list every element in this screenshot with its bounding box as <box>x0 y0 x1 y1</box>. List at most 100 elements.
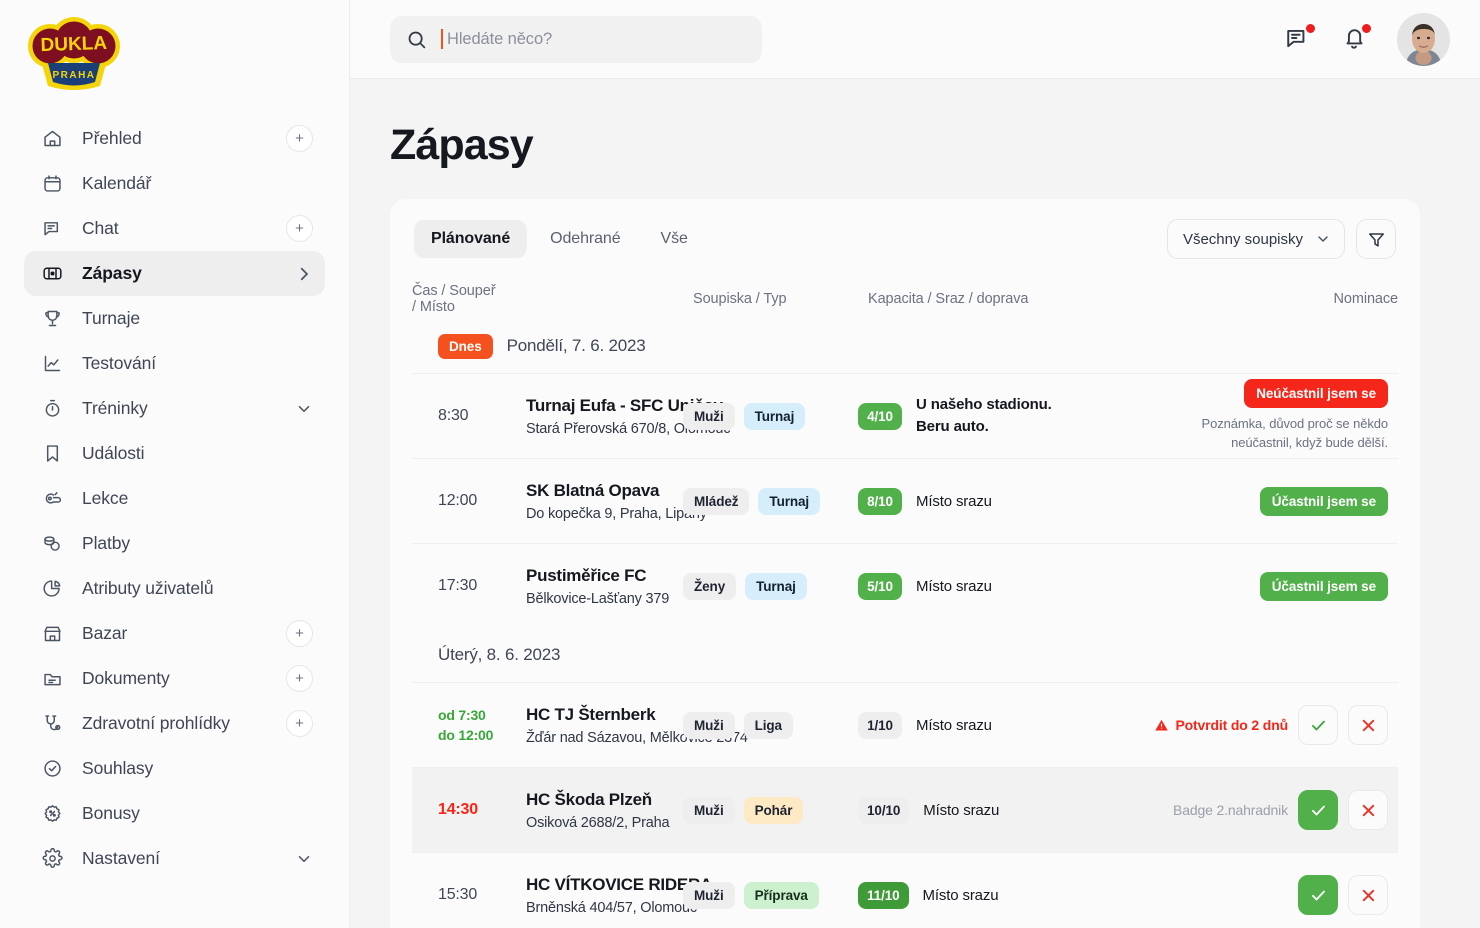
match-tags-cell: Muži Liga <box>683 711 858 739</box>
sidebar-item-p-ehled[interactable]: Přehled + <box>24 116 325 161</box>
stopwatch-icon <box>40 397 64 421</box>
calendar-icon <box>40 172 64 196</box>
group-date-header: Dnes Pondělí, 7. 6. 2023 <box>412 319 1398 373</box>
sidebar-item-souhlasy[interactable]: Souhlasy <box>24 746 325 791</box>
sidebar-nav: Přehled + Kalendář Chat + Zápasy Turnaje Testov… <box>0 104 349 881</box>
sidebar-item-bonusy[interactable]: Bonusy <box>24 791 325 836</box>
toolbar-right: Všechny soupisky <box>1166 219 1396 259</box>
sidebar-item-platby[interactable]: Platby <box>24 521 325 566</box>
sidebar-item-atributy-u-ivatel[interactable]: Atributy uživatelů <box>24 566 325 611</box>
sidebar-item-tr-ninky[interactable]: Tréninky <box>24 386 325 431</box>
sidebar-item-kalend[interactable]: Kalendář <box>24 161 325 206</box>
home-icon <box>40 127 64 151</box>
plus-icon[interactable]: + <box>286 665 313 692</box>
tab-pl-novan-[interactable]: Plánované <box>414 220 528 258</box>
match-row[interactable]: 8:30 Turnaj Eufa - SFC Uničov Stará Přer… <box>412 373 1398 458</box>
match-nomination-cell: Účastnil jsem se <box>1123 571 1388 601</box>
match-time-cell: 15:30 <box>438 886 526 904</box>
tab-v-e[interactable]: Vše <box>644 220 705 258</box>
sidebar-item-zdravotn-prohl-dky[interactable]: Zdravotní prohlídky + <box>24 701 325 746</box>
match-capacity-badge: 8/10 <box>858 487 902 515</box>
sidebar-add-zdravotn-prohl-dky[interactable]: + <box>286 710 313 737</box>
nomination-status-button[interactable]: Účastnil jsem se <box>1259 486 1388 516</box>
match-time: 14:30 <box>438 801 478 818</box>
sidebar-item-nastaven[interactable]: Nastavení <box>24 836 325 881</box>
sidebar-item-testov-n[interactable]: Testování <box>24 341 325 386</box>
sidebar-item-label: Chat <box>82 218 119 238</box>
sidebar-item-bazar[interactable]: Bazar + <box>24 611 325 656</box>
match-row[interactable]: 15:30 HC VÍTKOVICE RIDERA Brněnská 404/5… <box>412 852 1398 928</box>
match-opponent: HC VÍTKOVICE RIDERA <box>526 874 713 894</box>
match-tags-cell: Mládež Turnaj <box>683 487 858 515</box>
messages-button[interactable] <box>1285 23 1316 53</box>
match-meet-info: Místo srazu <box>923 801 1000 819</box>
store-icon <box>40 622 64 646</box>
match-nomination-cell: Účastnil jsem se <box>1123 486 1388 516</box>
sidebar-item-dokumenty[interactable]: Dokumenty + <box>24 656 325 701</box>
plus-icon[interactable]: + <box>286 125 313 152</box>
chevron-right-icon[interactable] <box>295 265 313 283</box>
plus-icon[interactable]: + <box>286 620 313 647</box>
sidebar-item-label: Přehled <box>82 128 142 148</box>
match-row[interactable]: 17:30 Pustiměřice FC Bělkovice-Lašťany 3… <box>412 543 1398 628</box>
brand-logo[interactable]: DUKLA PRAHA <box>0 0 349 104</box>
sidebar-item-lekce[interactable]: Lekce <box>24 476 325 521</box>
nomination-decline-button[interactable] <box>1348 790 1388 830</box>
match-address: Brněnská 404/57, Olomouc <box>526 899 697 916</box>
svg-text:DUKLA: DUKLA <box>40 33 107 56</box>
sidebar-item-chat[interactable]: Chat + <box>24 206 325 251</box>
nomination-decline-button[interactable] <box>1348 705 1388 745</box>
match-info-cell: Turnaj Eufa - SFC Uničov Stará Přerovská… <box>526 396 731 437</box>
match-row[interactable]: 14:30 HC Škoda Plzeň Osiková 2688/2, Pra… <box>412 767 1398 852</box>
sidebar-item-label: Události <box>82 443 145 463</box>
sidebar-item-z-pasy[interactable]: Zápasy <box>24 251 325 296</box>
nomination-status-button[interactable]: Účastnil jsem se <box>1259 571 1388 601</box>
group-date-header: Úterý, 8. 6. 2023 <box>412 628 1398 682</box>
search-input[interactable]: Hledáte něco? <box>390 15 762 63</box>
sidebar-item-label: Platby <box>82 533 131 553</box>
match-opponent: HC Škoda Plzeň <box>526 789 652 809</box>
notifications-button[interactable] <box>1341 23 1372 53</box>
sidebar-add-bazar[interactable]: + <box>286 620 313 647</box>
match-tags-cell: Ženy Turnaj <box>683 572 858 600</box>
chart-icon <box>40 352 64 376</box>
nomination-accept-button[interactable] <box>1298 790 1338 830</box>
filter-button[interactable] <box>1356 219 1396 259</box>
sidebar-item-label: Atributy uživatelů <box>82 578 214 598</box>
roster-select-value: Všechny soupisky <box>1182 230 1303 248</box>
nomination-accept-button[interactable] <box>1298 705 1338 745</box>
sidebar-add-p-ehled[interactable]: + <box>286 125 313 152</box>
sidebar-item-label: Bazar <box>82 623 128 643</box>
avatar[interactable] <box>1397 12 1450 66</box>
match-time: 8:30 <box>438 407 469 424</box>
sidebar-item-label: Nastavení <box>82 848 160 868</box>
main-area: Hledáte něco? Zápasy Plánované Odehrané … <box>350 0 1480 928</box>
match-info-cell: HC TJ Šternberk Žďár nad Sázavou, Mělkov… <box>526 704 748 746</box>
roster-select[interactable]: Všechny soupisky <box>1166 219 1345 259</box>
match-row[interactable]: 12:00 SK Blatná Opava Do kopečka 9, Prah… <box>412 458 1398 543</box>
sidebar-item-turnaje[interactable]: Turnaje <box>24 296 325 341</box>
column-header-capacity: Kapacita / Sraz / doprava <box>868 291 1029 307</box>
sidebar-add-dokumenty[interactable]: + <box>286 665 313 692</box>
plus-icon[interactable]: + <box>286 710 313 737</box>
sidebar-item-ud-losti[interactable]: Události <box>24 431 325 476</box>
pie-chart-icon <box>40 577 64 601</box>
sidebar-item-label: Kalendář <box>82 173 152 193</box>
chevron-down-icon[interactable] <box>295 400 313 418</box>
nomination-decline-button[interactable] <box>1348 875 1388 915</box>
match-nomination-cell <box>1123 875 1388 915</box>
match-opponent: HC TJ Šternberk <box>526 704 656 724</box>
plus-icon[interactable]: + <box>286 215 313 242</box>
match-tag: Ženy <box>683 572 737 600</box>
sidebar-item-label: Souhlasy <box>82 758 154 778</box>
page-title: Zápasy <box>390 121 534 169</box>
match-tag: Muži <box>683 881 735 909</box>
group-date-label: Úterý, 8. 6. 2023 <box>438 645 561 664</box>
nomination-accept-button[interactable] <box>1298 875 1338 915</box>
tab-odehran-[interactable]: Odehrané <box>533 220 637 258</box>
nomination-status-button[interactable]: Neúčastnil jsem se <box>1244 379 1388 409</box>
match-row[interactable]: od 7:30 do 12:00 HC TJ Šternberk Žďár na… <box>412 682 1398 767</box>
chevron-down-icon[interactable] <box>295 850 313 868</box>
sidebar-add-chat[interactable]: + <box>286 215 313 242</box>
match-time-cell: 12:00 <box>438 492 526 510</box>
